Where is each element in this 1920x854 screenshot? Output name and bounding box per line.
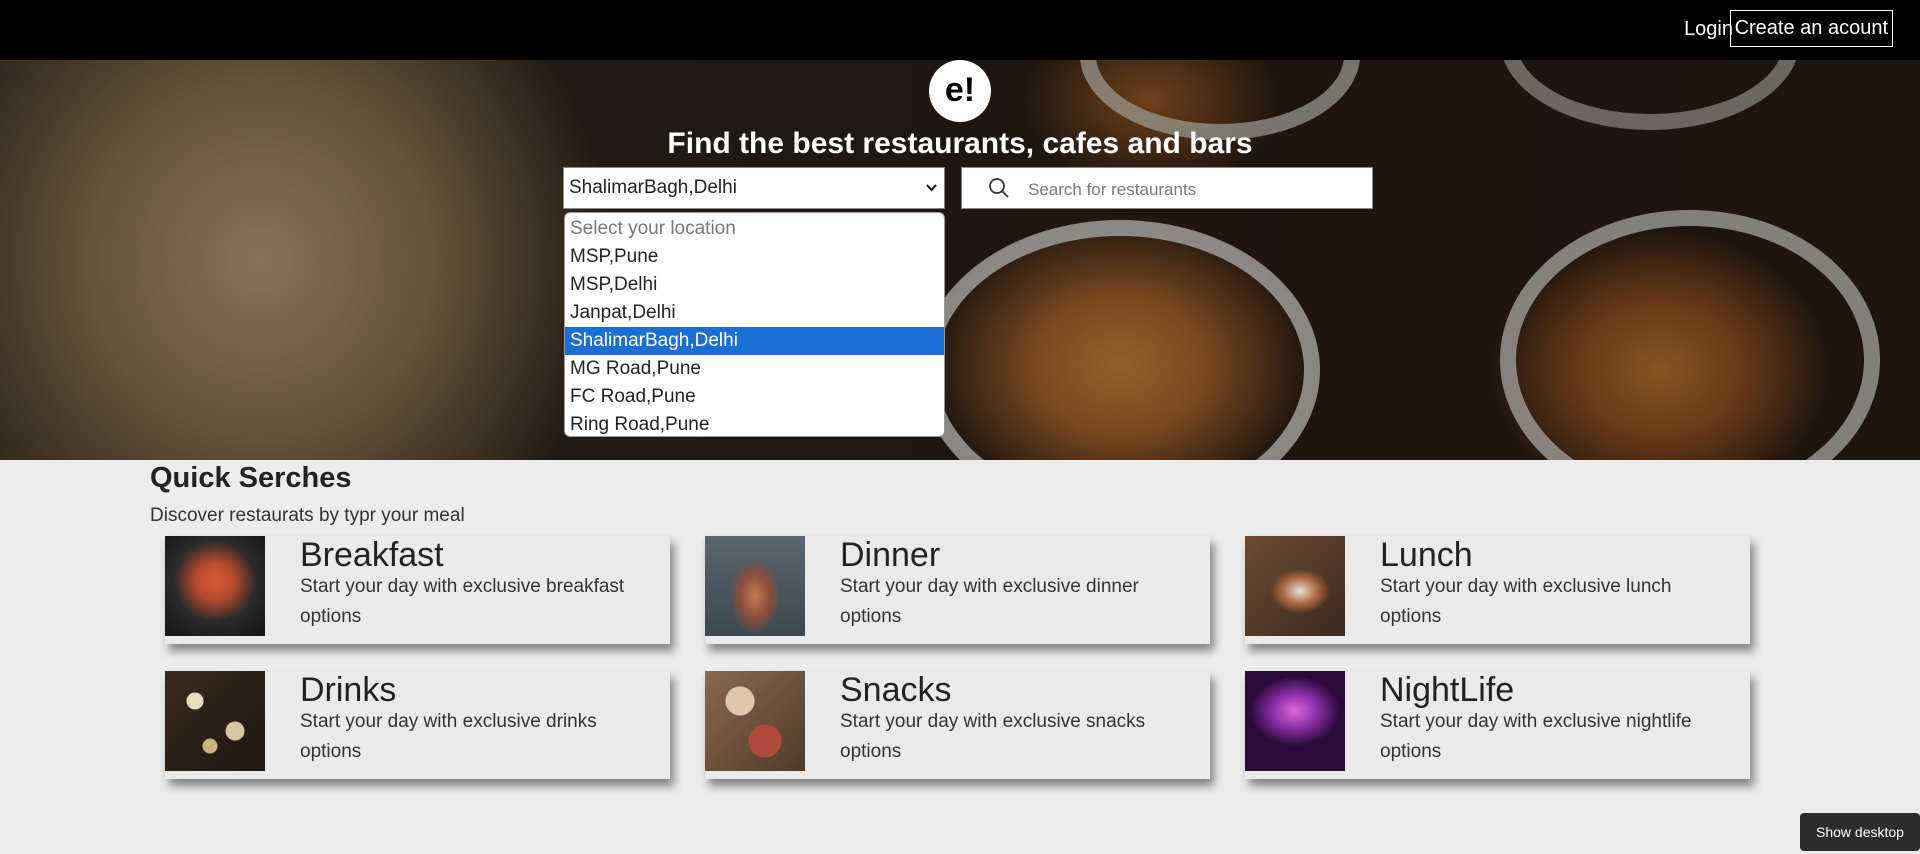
location-option[interactable]: FC Road,Pune <box>565 383 944 411</box>
quick-search-card-drinks[interactable]: Drinks Start your day with exclusive dri… <box>165 671 670 779</box>
quick-search-card-nightlife[interactable]: NightLife Start your day with exclusive … <box>1245 671 1750 779</box>
location-select-value: ShalimarBagh,Delhi <box>569 177 737 198</box>
quick-search-card-lunch[interactable]: Lunch Start your day with exclusive lunc… <box>1245 536 1750 644</box>
brand-logo[interactable]: e! <box>929 60 991 122</box>
top-nav-bar: Login Create an acount <box>0 0 1920 60</box>
quick-searches-title: Quick Serches <box>150 462 352 494</box>
create-account-button[interactable]: Create an acount <box>1729 10 1893 47</box>
location-option[interactable]: Ring Road,Pune <box>565 411 944 436</box>
quick-search-card-snacks[interactable]: Snacks Start your day with exclusive sna… <box>705 671 1210 779</box>
snacks-thumbnail <box>705 671 805 771</box>
search-icon <box>989 178 1009 198</box>
card-description: Start your day with exclusive drinks opt… <box>300 711 597 762</box>
location-dropdown-list: Select your location MSP,Pune MSP,Delhi … <box>564 212 945 437</box>
card-title: Lunch <box>1380 536 1473 574</box>
restaurant-search-input[interactable]: Search for restaurants <box>961 167 1373 209</box>
location-option[interactable]: MG Road,Pune <box>565 355 944 383</box>
search-placeholder: Search for restaurants <box>1028 180 1197 199</box>
quick-search-card-breakfast[interactable]: Breakfast Start your day with exclusive … <box>165 536 670 644</box>
dinner-thumbnail <box>705 536 805 636</box>
quick-search-card-dinner[interactable]: Dinner Start your day with exclusive din… <box>705 536 1210 644</box>
quick-searches-subtitle: Discover restaurats by typr your meal <box>150 505 465 526</box>
card-description: Start your day with exclusive snacks opt… <box>840 711 1146 762</box>
card-title: Snacks <box>840 671 952 709</box>
card-title: Drinks <box>300 671 397 709</box>
location-option[interactable]: MSP,Delhi <box>565 271 944 299</box>
card-title: Dinner <box>840 536 941 574</box>
card-title: NightLife <box>1380 671 1515 709</box>
location-option-placeholder[interactable]: Select your location <box>565 215 944 243</box>
show-desktop-button[interactable]: Show desktop <box>1800 813 1920 851</box>
location-select[interactable]: ShalimarBagh,Delhi <box>563 167 945 209</box>
breakfast-thumbnail <box>165 536 265 636</box>
card-description: Start your day with exclusive dinner opt… <box>840 576 1139 627</box>
card-title: Breakfast <box>300 536 444 574</box>
lunch-thumbnail <box>1245 536 1345 636</box>
location-option[interactable]: Janpat,Delhi <box>565 299 944 327</box>
location-option-selected[interactable]: ShalimarBagh,Delhi <box>565 327 944 355</box>
login-link[interactable]: Login <box>1684 18 1733 41</box>
nightlife-thumbnail <box>1245 671 1345 771</box>
drinks-thumbnail <box>165 671 265 771</box>
hero-headline: Find the best restaurants, cafes and bar… <box>667 127 1253 160</box>
location-option[interactable]: MSP,Pune <box>565 243 944 271</box>
card-description: Start your day with exclusive nightlife … <box>1380 711 1692 762</box>
card-description: Start your day with exclusive breakfast … <box>300 576 625 627</box>
card-description: Start your day with exclusive lunch opti… <box>1380 576 1672 627</box>
